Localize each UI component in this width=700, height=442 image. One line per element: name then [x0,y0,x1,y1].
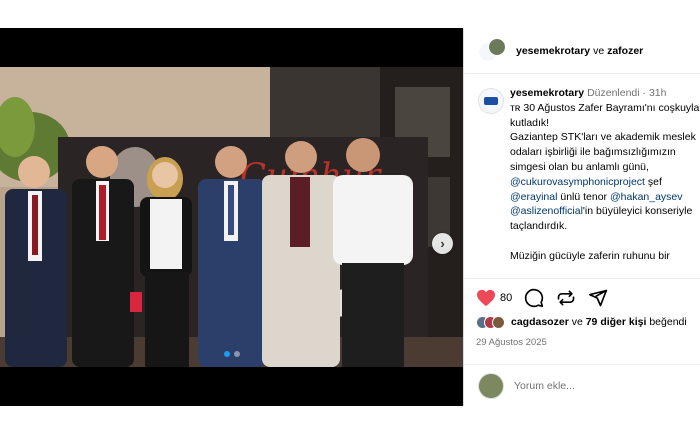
mention-link[interactable]: @hakan_aysev [610,191,683,203]
post-header: yesemekrotary ve zafozer [464,28,700,74]
caption-text: Müziğin gücüyle zaferin ruhunu bir [510,249,670,262]
heart-filled-icon[interactable] [476,289,496,307]
like-count[interactable]: 80 [500,292,512,304]
collab-user-link[interactable]: yesemekrotary [516,45,590,57]
caption-text: şef [644,175,662,188]
carousel-dot-2[interactable] [233,351,240,357]
caption-line: @cukurovasymphonicproject şef [510,175,700,190]
caption-text: taçlandırdık. [510,220,568,233]
caption-line: Gaziantep STK'ları ve akademik meslek [510,130,700,145]
carousel-dot-1[interactable] [223,351,230,357]
rotary-logo-icon [484,97,498,105]
post-side-panel: yesemekrotary ve zafozer yesemekrotary D… [463,28,700,406]
caption-text: ünlü tenor [557,190,610,203]
media-panel: Cumhur 100 [0,28,463,406]
comment-icon[interactable] [524,288,544,308]
collab-names: yesemekrotary ve zafozer [516,45,643,57]
caption-line: Müziğin gücüyle zaferin ruhunu bir [510,249,700,264]
caption-text: ᴛʀ 30 Ağustos Zafer Bayramı'nı coşkuyla [510,101,700,114]
group-photo-image: Cumhur 100 [0,67,463,367]
liked-by-suffix: beğendi [649,316,687,328]
avatar [492,315,505,329]
caption-line: ᴛʀ 30 Ağustos Zafer Bayramı'nı coşkuyla [510,101,700,116]
time-separator: · [642,87,647,99]
next-slide-button[interactable]: › [432,233,453,254]
caption-text: odaları işbirliği ile bağımsızlığımızın [510,146,676,159]
avatar [478,372,504,399]
mention-link[interactable]: @aslizenofficial [510,205,583,217]
comment-box: Yorum ekle... [464,364,700,406]
collab-separator: ve [593,44,605,57]
caption-line: odaları işbirliği ile bağımsızlığımızın [510,145,700,160]
mention-link[interactable]: @erayinal [510,191,557,203]
caption-body: yesemekrotary Düzenlendi · 31h ᴛʀ 30 Ağu… [510,86,700,264]
post-photo[interactable]: Cumhur 100 [0,67,463,367]
caption-text: kutladık! [510,116,550,129]
liked-by-user[interactable]: cagdasozer [511,316,569,328]
liked-by-others[interactable]: 79 diğer kişi [586,316,647,328]
collab-user2-link[interactable]: zafozer [607,45,643,57]
caption-line [510,234,700,249]
caption-text: simgesi olan bu anlamlı günü, [510,160,649,173]
caption-line: @aslizenofficial'in büyüleyici konseriyl… [510,204,700,219]
liked-by: cagdasozer ve 79 diğer kişi beğendi [476,311,689,333]
collab-avatars[interactable] [478,37,508,64]
caption-line: simgesi olan bu anlamlı günü, [510,160,700,175]
caption-line: taçlandırdık. [510,219,700,234]
avatar [488,37,506,56]
instagram-post-viewer: Cumhur 100 [0,0,700,442]
post-caption: yesemekrotary Düzenlendi · 31h ᴛʀ 30 Ağu… [464,74,700,300]
post-actions: 80 cagdasozer ve 79 diğer kişi beğendi 2… [464,278,700,348]
caption-text: 'in büyüleyici konseriyle [582,205,693,218]
caption-text: Gaziantep STK'ları ve akademik meslek [510,131,696,144]
repost-icon[interactable] [556,288,576,308]
edited-label: Düzenlendi [587,87,640,99]
share-icon[interactable] [588,288,608,308]
caption-line: kutladık! [510,116,700,131]
post-date[interactable]: 29 Ağustos 2025 [476,337,689,348]
caption-username[interactable]: yesemekrotary [510,87,584,99]
avatar[interactable] [478,88,504,114]
chevron-right-icon: › [440,236,445,251]
comment-input[interactable]: Yorum ekle... [514,380,575,392]
caption-line: @erayinal ünlü tenor @hakan_aysev [510,190,700,205]
carousel-dots [0,351,463,357]
mention-link[interactable]: @cukurovasymphonicproject [510,176,645,188]
post-time[interactable]: 31h [649,87,667,99]
liked-by-sep: ve [571,316,583,328]
